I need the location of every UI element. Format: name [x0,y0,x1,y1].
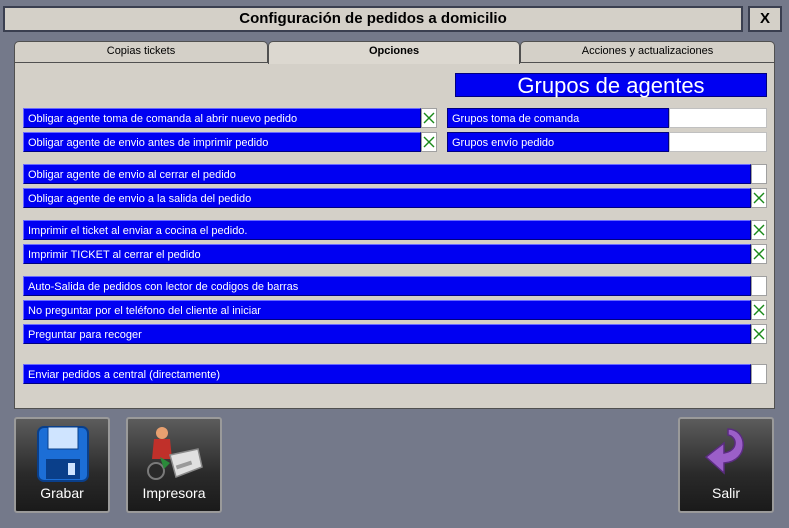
tab-acciones[interactable]: Acciones y actualizaciones [520,41,775,62]
printer-button[interactable]: Impresora [126,417,222,513]
close-button[interactable]: X [748,6,782,32]
option-checkbox[interactable] [751,164,767,184]
option-label[interactable]: Obligar agente de envio antes de imprimi… [23,132,421,152]
option-label[interactable]: Obligar agente de envio al cerrar el ped… [23,164,751,184]
check-mark-icon [753,328,765,340]
option-row: Imprimir TICKET al cerrar el pedido [23,244,767,264]
floppy-disk-icon [37,426,89,482]
option-checkbox[interactable] [421,108,437,128]
tab-bar: Copias tickets Opciones Acciones y actua… [14,41,775,64]
agent-group-label: Grupos toma de comanda [447,108,669,128]
option-row: No preguntar por el teléfono del cliente… [23,300,767,320]
option-row: Preguntar para recoger [23,324,767,344]
check-mark-icon [753,224,765,236]
option-checkbox[interactable] [751,300,767,320]
agent-group-label: Grupos envío pedido [447,132,669,152]
option-checkbox[interactable] [751,364,767,384]
option-row: Auto-Salida de pedidos con lector de cod… [23,276,767,296]
printer-button-label: Impresora [142,485,206,501]
option-label[interactable]: No preguntar por el teléfono del cliente… [23,300,751,320]
options-panel: Obligar agente toma de comanda al abrir … [14,62,775,409]
option-checkbox[interactable] [751,188,767,208]
tab-opciones[interactable]: Opciones [268,41,520,64]
option-checkbox[interactable] [751,244,767,264]
agent-group-row: Grupos envío pedido [447,132,767,152]
option-label[interactable]: Obligar agente toma de comanda al abrir … [23,108,421,128]
check-mark-icon [753,304,765,316]
option-row: Obligar agente toma de comanda al abrir … [23,108,437,128]
option-row: Enviar pedidos a central (directamente) [23,364,767,384]
exit-button-label: Salir [711,485,740,501]
option-label[interactable]: Preguntar para recoger [23,324,751,344]
option-row: Obligar agente de envio a la salida del … [23,188,767,208]
check-mark-icon [753,248,765,260]
option-row: Obligar agente de envio al cerrar el ped… [23,164,767,184]
agent-group-row: Grupos toma de comanda [447,108,767,128]
save-button[interactable]: Grabar [14,417,110,513]
check-mark-icon [423,112,435,124]
agent-group-value-field[interactable] [669,108,767,128]
curved-arrow-icon [704,428,744,475]
option-checkbox[interactable] [421,132,437,152]
option-checkbox[interactable] [751,220,767,240]
check-mark-icon [423,136,435,148]
option-checkbox[interactable] [751,276,767,296]
option-checkbox[interactable] [751,324,767,344]
option-label[interactable]: Imprimir el ticket al enviar a cocina el… [23,220,751,240]
option-label[interactable]: Imprimir TICKET al cerrar el pedido [23,244,751,264]
save-button-label: Grabar [40,485,84,501]
check-mark-icon [753,192,765,204]
option-label[interactable]: Enviar pedidos a central (directamente) [23,364,751,384]
window-title: Configuración de pedidos a domicilio [3,6,743,32]
option-label[interactable]: Obligar agente de envio a la salida del … [23,188,751,208]
exit-button[interactable]: Salir [678,417,774,513]
option-label[interactable]: Auto-Salida de pedidos con lector de cod… [23,276,751,296]
tab-copias-tickets[interactable]: Copias tickets [14,41,268,62]
option-row: Obligar agente de envio antes de imprimi… [23,132,437,152]
option-row: Imprimir el ticket al enviar a cocina el… [23,220,767,240]
agent-groups-header: Grupos de agentes [455,73,767,98]
agent-group-value-field[interactable] [669,132,767,152]
printer-delivery-icon [147,427,203,480]
